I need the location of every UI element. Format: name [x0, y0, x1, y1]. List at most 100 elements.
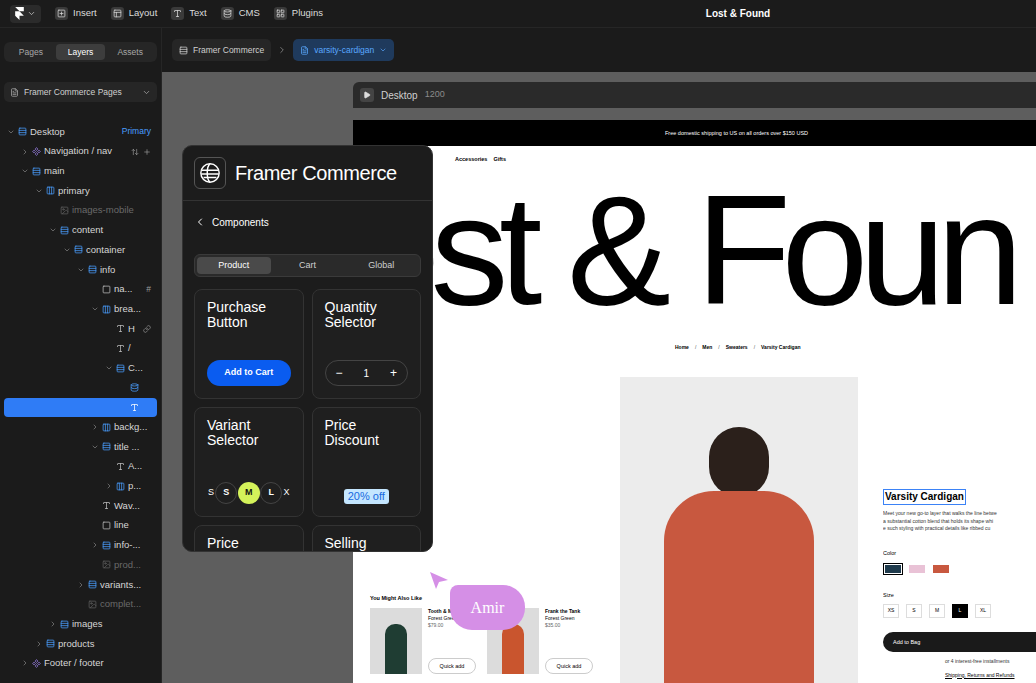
breadcrumb-pill[interactable]: Framer Commerce [172, 39, 271, 61]
layer-row[interactable]: prod... [4, 555, 157, 575]
site-nav-link[interactable]: Gifts [493, 155, 506, 163]
expanded-caret-icon[interactable] [7, 128, 15, 136]
expanded-caret-icon[interactable] [49, 226, 57, 234]
layer-row[interactable]: Footer / footer [4, 654, 157, 674]
layer-row[interactable]: products [4, 634, 157, 654]
collapsed-caret-icon[interactable] [105, 482, 113, 490]
expanded-caret-icon[interactable] [105, 364, 113, 372]
expanded-caret-icon[interactable] [35, 187, 43, 195]
layer-row[interactable]: main [4, 161, 157, 181]
toolbar-button[interactable]: Plugins [274, 6, 323, 20]
layer-row[interactable]: images-mobile [4, 201, 157, 221]
toolbar-button[interactable]: CMS [221, 6, 260, 20]
size-option[interactable]: XS [883, 604, 899, 618]
layer-row[interactable]: line [4, 516, 157, 536]
color-swatch[interactable] [931, 563, 951, 575]
variant-option[interactable]: X [283, 486, 291, 500]
collapsed-caret-icon[interactable] [21, 659, 29, 667]
expanded-caret-icon[interactable] [91, 305, 99, 313]
variant-option[interactable]: L [260, 482, 282, 504]
layer-row[interactable]: images [4, 614, 157, 634]
size-option[interactable]: M [929, 604, 945, 618]
layer-row[interactable]: A... [4, 457, 157, 477]
color-swatch[interactable] [883, 563, 903, 575]
layer-row[interactable]: info-... [4, 535, 157, 555]
site-nav-link[interactable]: Accessories [455, 155, 487, 163]
layer-row[interactable]: complet... [4, 595, 157, 615]
panel-tab[interactable]: Product [197, 257, 271, 274]
layer-row[interactable]: variants... [4, 575, 157, 595]
expanded-caret-icon[interactable] [77, 266, 85, 274]
size-option[interactable]: S [906, 604, 922, 618]
layer-row[interactable]: C... [4, 358, 157, 378]
site-breadcrumb[interactable]: Men [702, 344, 712, 352]
layer-row[interactable]: content [4, 220, 157, 240]
layer-row[interactable]: info [4, 260, 157, 280]
canvas[interactable]: Framer Commerce varsity-cardigan Desktop12… [162, 28, 1036, 683]
layer-row[interactable]: / [4, 339, 157, 359]
quick-add-button[interactable]: Quick add [545, 658, 593, 674]
site-breadcrumb[interactable]: Sweaters [726, 344, 748, 352]
expanded-caret-icon[interactable] [91, 443, 99, 451]
installments-text: or 4 interest-free installments [945, 658, 1036, 666]
panel-tab[interactable]: Cart [271, 257, 345, 274]
increase-button[interactable]: + [390, 364, 397, 382]
layer-row[interactable]: na...# [4, 280, 157, 300]
collapsed-caret-icon[interactable] [21, 148, 29, 156]
component-card[interactable]: Variant SelectorSSMLX [194, 407, 304, 517]
component-card[interactable]: Quantity Selector−1+ [312, 289, 422, 399]
layer-row[interactable] [4, 378, 157, 398]
sidebar-tab[interactable]: Pages [6, 44, 56, 60]
layer-row[interactable]: brea... [4, 299, 157, 319]
page-select[interactable]: Framer Commerce Pages [4, 82, 157, 102]
site-breadcrumb[interactable]: Home [675, 344, 689, 352]
layer-row[interactable]: Navigation / nav [4, 142, 157, 162]
component-card[interactable]: Price Discount20% off [312, 407, 422, 517]
add-to-cart-button[interactable]: Add to Cart [207, 360, 291, 386]
expanded-caret-icon[interactable] [63, 246, 71, 254]
toolbar-button[interactable]: Insert [55, 6, 97, 20]
layer-row[interactable]: H [4, 319, 157, 339]
layer-row[interactable]: title ... [4, 437, 157, 457]
shipping-link[interactable]: Shipping, Returns and Refunds [945, 672, 1036, 680]
play-icon[interactable] [363, 91, 371, 99]
add-to-bag-button[interactable]: Add to Bag [883, 632, 1036, 652]
toolbar-button[interactable]: Text [171, 6, 206, 20]
quick-add-button[interactable]: Quick add [428, 658, 476, 674]
layer-row[interactable]: primary [4, 181, 157, 201]
plus-icon[interactable] [143, 148, 151, 156]
component-card[interactable]: Purchase ButtonAdd to Cart [194, 289, 304, 399]
collapsed-caret-icon[interactable] [49, 620, 57, 628]
sidebar-tab[interactable]: Assets [105, 44, 155, 60]
color-swatch[interactable] [907, 563, 927, 575]
size-option[interactable]: XL [975, 604, 991, 618]
layer-row[interactable]: Wav... [4, 496, 157, 516]
panel-tab[interactable]: Global [344, 257, 418, 274]
sidebar-tab[interactable]: Layers [56, 44, 106, 60]
variant-option[interactable]: S [207, 486, 215, 500]
commerce-logo-icon [199, 162, 221, 184]
collapsed-caret-icon[interactable] [91, 541, 99, 549]
component-card[interactable]: Price [194, 525, 304, 552]
variant-option[interactable]: S [215, 482, 237, 504]
layer-row[interactable]: p... [4, 476, 157, 496]
variant-option[interactable]: M [238, 482, 260, 504]
toolbar-button[interactable]: Layout [111, 6, 158, 20]
breadcrumb-pill[interactable]: varsity-cardigan [293, 39, 394, 61]
arrows-icon[interactable] [131, 148, 139, 156]
main-menu-button[interactable] [10, 5, 41, 23]
layer-row[interactable]: backg... [4, 417, 157, 437]
layer-row[interactable]: container [4, 240, 157, 260]
back-button[interactable]: Components [183, 201, 432, 243]
collapsed-caret-icon[interactable] [35, 640, 43, 648]
size-option[interactable]: L [952, 604, 968, 618]
expanded-caret-icon[interactable] [21, 167, 29, 175]
component-card[interactable]: Selling [312, 525, 422, 552]
site-breadcrumb[interactable]: Varsity Cardigan [761, 344, 800, 352]
layer-row[interactable] [4, 398, 157, 418]
frame-header[interactable]: Desktop1200 [353, 82, 1036, 108]
collapsed-caret-icon[interactable] [91, 423, 99, 431]
layer-row[interactable]: DesktopPrimary [4, 122, 157, 142]
decrease-button[interactable]: − [336, 364, 343, 382]
collapsed-caret-icon[interactable] [77, 581, 85, 589]
